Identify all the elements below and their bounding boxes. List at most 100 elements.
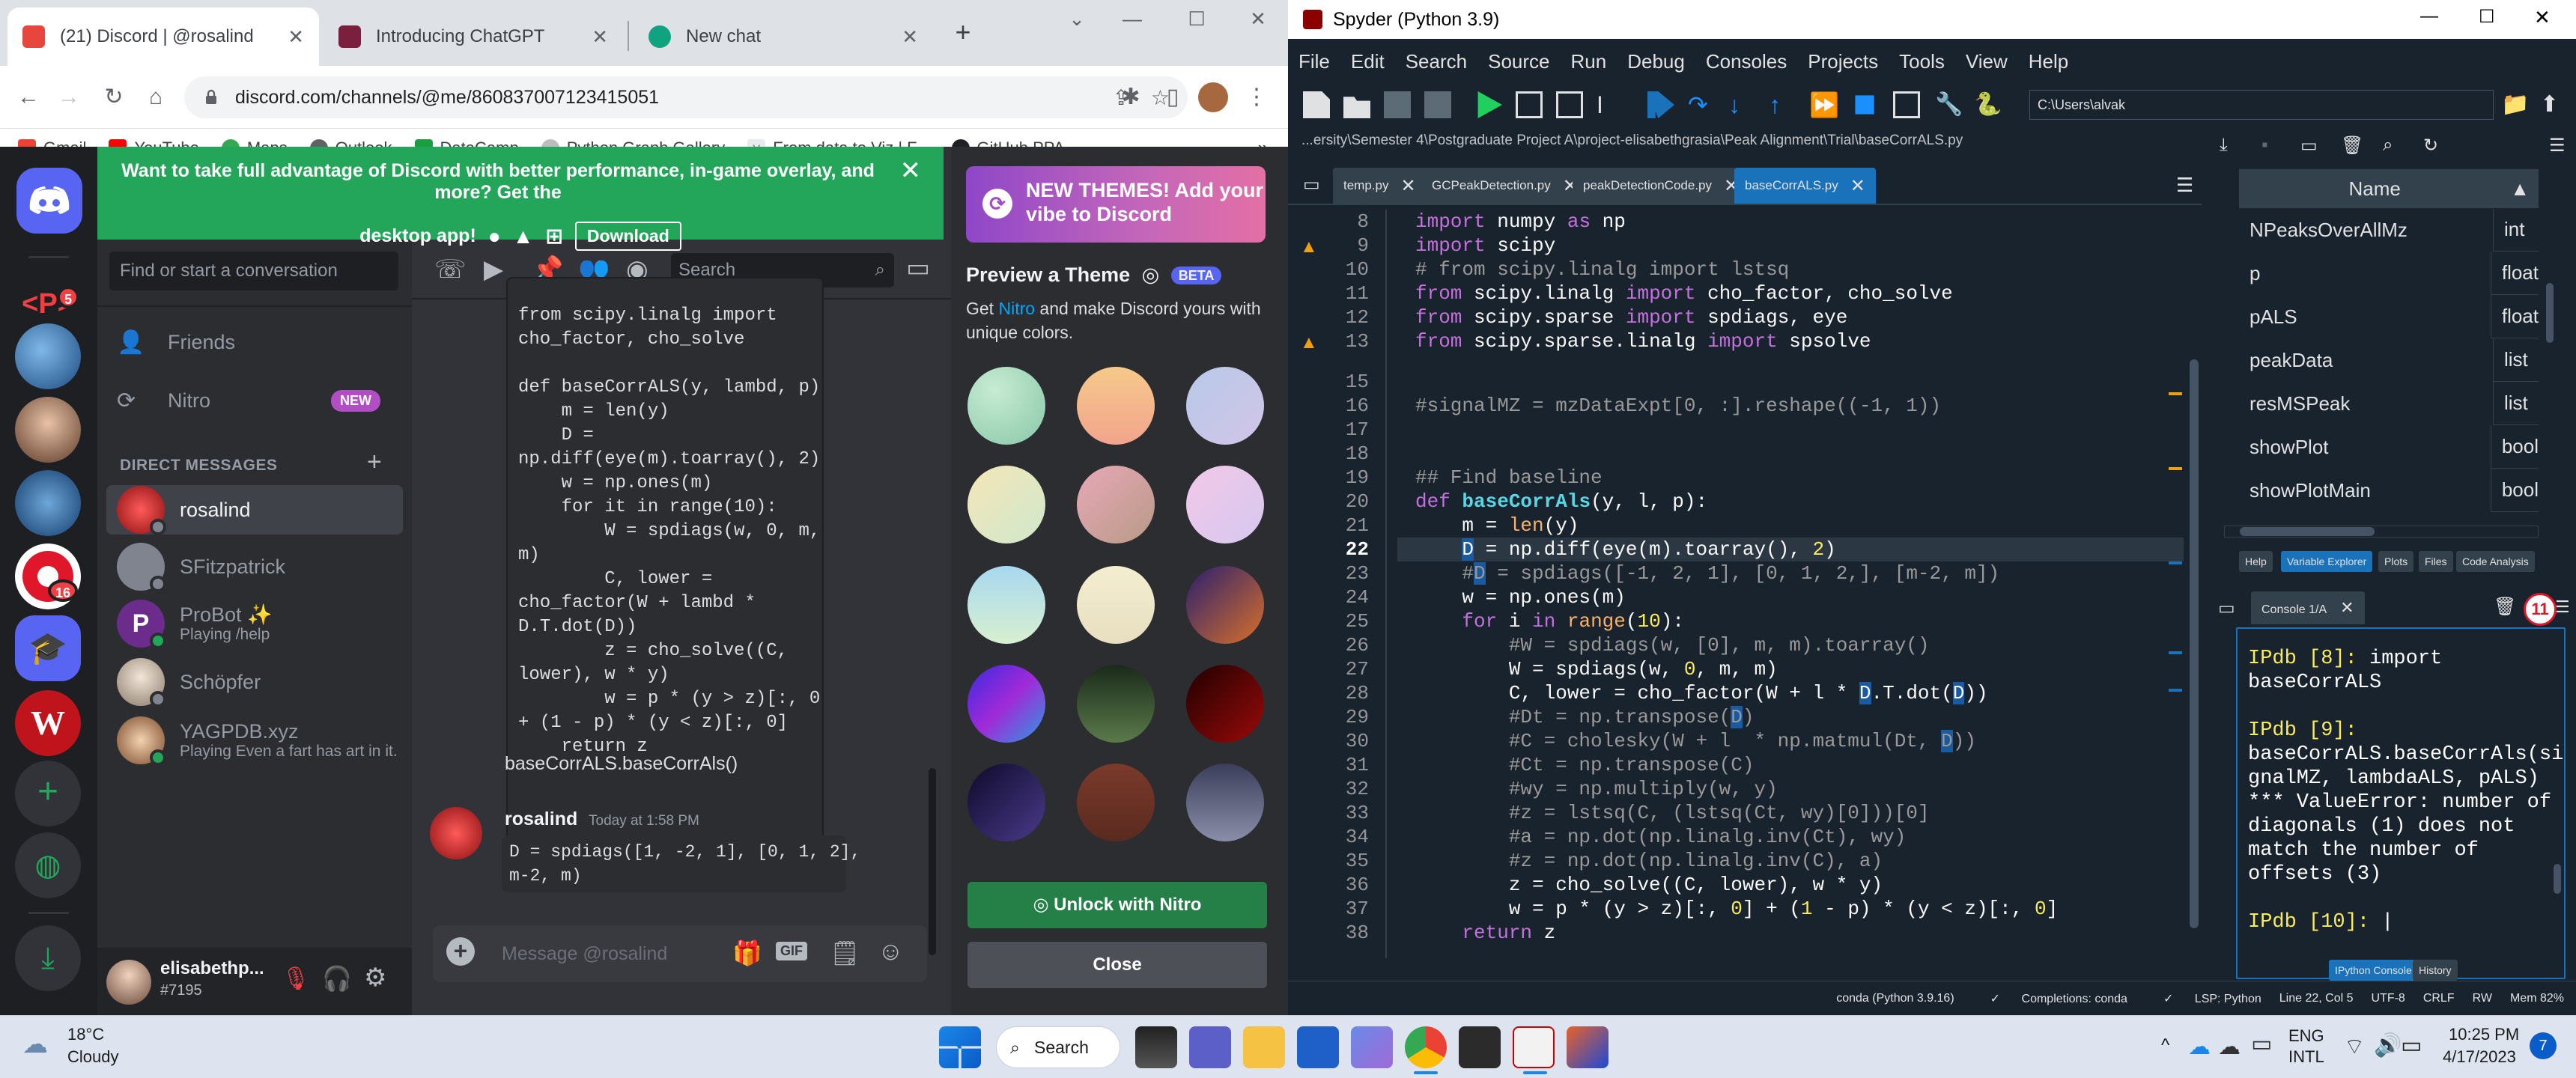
update-badge[interactable]: 11 bbox=[2524, 593, 2557, 626]
new-themes-promo[interactable]: ⟳ NEW THEMES! Add your vibe to Discord bbox=[966, 166, 1266, 243]
language-layout[interactable]: INTL bbox=[2288, 1047, 2324, 1067]
code-editor[interactable]: ▲ ▲ 8 9 10 11 12 13 15 16 17 18 19 20 21… bbox=[1297, 210, 2200, 966]
menu-consoles[interactable]: Consoles bbox=[1706, 50, 1787, 73]
add-server-icon[interactable]: + bbox=[15, 761, 81, 826]
menu-file[interactable]: File bbox=[1298, 50, 1330, 73]
nitro-link[interactable]: Nitro bbox=[998, 299, 1035, 318]
menu-edit[interactable]: Edit bbox=[1351, 50, 1385, 73]
theme-swatch-midnight[interactable] bbox=[967, 764, 1045, 841]
nitro-nav-item[interactable]: ⟳ Nitro NEW bbox=[106, 376, 403, 425]
forward-icon[interactable]: → bbox=[52, 81, 85, 114]
theme-swatch-rose[interactable] bbox=[1077, 466, 1155, 543]
close-tab-icon[interactable]: ✕ bbox=[902, 25, 918, 49]
menu-projects[interactable]: Projects bbox=[1808, 50, 1878, 73]
download-button[interactable]: Download bbox=[574, 222, 681, 251]
language-indicator[interactable]: ENG bbox=[2288, 1026, 2324, 1046]
pane-options-icon[interactable]: ☰ bbox=[2549, 135, 2566, 156]
file-explorer-icon[interactable] bbox=[1243, 1026, 1285, 1068]
variable-row[interactable]: showPlot bool bbox=[2239, 424, 2539, 469]
tab-help[interactable]: Help bbox=[2239, 551, 2273, 572]
inbox-icon[interactable]: ▭ bbox=[906, 253, 930, 283]
menu-view[interactable]: View bbox=[1966, 50, 2008, 73]
console-output[interactable]: IPdb [8]: import baseCorrALS IPdb [9]: b… bbox=[2236, 627, 2566, 979]
attach-plus-icon[interactable]: + bbox=[446, 937, 475, 966]
speaker-icon[interactable]: 🔊 bbox=[2374, 1032, 2402, 1059]
browse-tabs-icon[interactable]: ▭ bbox=[2218, 597, 2235, 619]
message-author[interactable]: rosalind bbox=[505, 808, 577, 830]
notification-badge[interactable]: 7 bbox=[2530, 1032, 2557, 1059]
pane-options-icon[interactable]: ☰ bbox=[2555, 597, 2570, 617]
theme-swatch-crimson[interactable] bbox=[1186, 665, 1264, 743]
video-call-icon[interactable]: ▶ bbox=[484, 255, 503, 284]
unlock-with-nitro-button[interactable]: ◎ Unlock with Nitro bbox=[967, 882, 1267, 928]
explore-compass-icon[interactable]: ◍ bbox=[15, 832, 81, 898]
tab-new-chat[interactable]: New chat ✕ bbox=[634, 7, 933, 66]
store-icon[interactable] bbox=[1297, 1026, 1339, 1068]
run-icon[interactable] bbox=[1477, 91, 1502, 118]
theme-swatch-aurora[interactable] bbox=[967, 665, 1045, 743]
stop-debug-icon[interactable] bbox=[1855, 95, 1874, 115]
graduation-cap-icon[interactable]: 🎓 bbox=[15, 615, 81, 681]
battery-icon[interactable]: ▭ bbox=[2401, 1032, 2422, 1059]
sidepanel-icon[interactable]: ▯ bbox=[1156, 81, 1189, 114]
server-icon-3[interactable] bbox=[15, 397, 81, 463]
console-tab[interactable]: Console 1/A ✕ bbox=[2251, 591, 2365, 624]
theme-swatch-peach[interactable] bbox=[1077, 367, 1155, 445]
console-input-line[interactable]: IPdb [10]: | bbox=[2248, 910, 2393, 934]
python-icon[interactable]: 🐍 bbox=[1974, 91, 2002, 118]
editor-tab-basecorrals[interactable]: baseCorrALS.py ✕ bbox=[1734, 168, 1876, 204]
theme-swatch-mint[interactable] bbox=[967, 367, 1045, 445]
horizontal-scrollbar[interactable] bbox=[2224, 526, 2539, 538]
close-window-icon[interactable]: ✕ bbox=[1236, 7, 1281, 31]
download-apps-icon[interactable]: ⤓ bbox=[15, 925, 81, 991]
scrollbar-thumb[interactable] bbox=[2240, 527, 2375, 536]
tab-ipython-console[interactable]: IPython Console bbox=[2329, 960, 2418, 981]
maximize-pane-icon[interactable] bbox=[1893, 91, 1920, 118]
theme-swatch-pink[interactable] bbox=[1186, 466, 1264, 543]
vertical-scrollbar[interactable] bbox=[2545, 201, 2555, 530]
menu-help[interactable]: Help bbox=[2029, 50, 2068, 73]
back-icon[interactable]: ← bbox=[12, 81, 45, 114]
save-icon[interactable] bbox=[1384, 91, 1411, 118]
menu-kebab-icon[interactable]: ⋮ bbox=[1240, 81, 1273, 114]
run-cell-icon[interactable] bbox=[1516, 91, 1543, 118]
spyder-app-icon[interactable] bbox=[1513, 1026, 1555, 1068]
close-tab-icon[interactable]: ✕ bbox=[592, 25, 608, 49]
friends-nav-item[interactable]: 👤 Friends bbox=[106, 317, 403, 367]
reload-icon[interactable]: ↻ bbox=[97, 81, 130, 114]
clock-date[interactable]: 4/17/2023 bbox=[2443, 1047, 2516, 1067]
dm-item-sfitzpatrick[interactable]: SFitzpatrick bbox=[106, 542, 403, 592]
teams-chat-icon[interactable] bbox=[1189, 1026, 1231, 1068]
step-return-icon[interactable]: ↑ bbox=[1769, 91, 1796, 118]
theme-swatch-rust[interactable] bbox=[1077, 764, 1155, 841]
step-icon[interactable]: ↷ bbox=[1688, 91, 1715, 118]
author-avatar[interactable] bbox=[430, 807, 482, 859]
menu-run[interactable]: Run bbox=[1571, 50, 1607, 73]
tab-files[interactable]: Files bbox=[2419, 551, 2453, 572]
theme-swatch-sunset[interactable] bbox=[1186, 566, 1264, 644]
extensions-icon[interactable]: ✱ bbox=[1114, 81, 1147, 114]
minimize-icon[interactable]: — bbox=[2420, 6, 2438, 27]
tab-history[interactable]: History bbox=[2413, 960, 2458, 981]
onedrive-cloud-icon[interactable]: ☁ bbox=[2188, 1034, 2211, 1060]
tab-code-analysis[interactable]: Code Analysis bbox=[2456, 551, 2535, 572]
tab-search-icon[interactable]: ⌄ bbox=[1054, 7, 1099, 31]
editor-tab-gcpeak[interactable]: GCPeakDetection.py ✕ bbox=[1421, 168, 1588, 204]
preferences-wrench-icon[interactable]: 🔧 bbox=[1935, 91, 1963, 118]
voice-call-icon[interactable]: ☏ bbox=[434, 255, 467, 284]
variable-name-header[interactable]: Name ▲ bbox=[2239, 169, 2539, 208]
server-icon-4[interactable] bbox=[15, 470, 81, 536]
chat-scrollbar[interactable] bbox=[929, 768, 936, 955]
wifi-icon[interactable]: ⌔ bbox=[2344, 1032, 2365, 1061]
chrome-icon[interactable] bbox=[1405, 1026, 1447, 1068]
console-scrollbar[interactable] bbox=[2554, 636, 2563, 973]
user-avatar[interactable] bbox=[106, 960, 151, 1005]
parent-directory-icon[interactable]: ⬆ bbox=[2540, 91, 2567, 118]
close-window-icon[interactable]: ✕ bbox=[2534, 6, 2551, 29]
remove-all-icon[interactable]: 🗑 bbox=[2341, 135, 2363, 156]
close-banner-icon[interactable]: ✕ bbox=[900, 156, 922, 186]
editor-scrollbar[interactable] bbox=[2188, 210, 2200, 958]
continue-icon[interactable]: ⏩ bbox=[1809, 91, 1839, 118]
editor-tab-temp[interactable]: temp.py ✕ bbox=[1333, 168, 1427, 204]
dm-item-rosalind[interactable]: rosalind bbox=[106, 485, 403, 535]
